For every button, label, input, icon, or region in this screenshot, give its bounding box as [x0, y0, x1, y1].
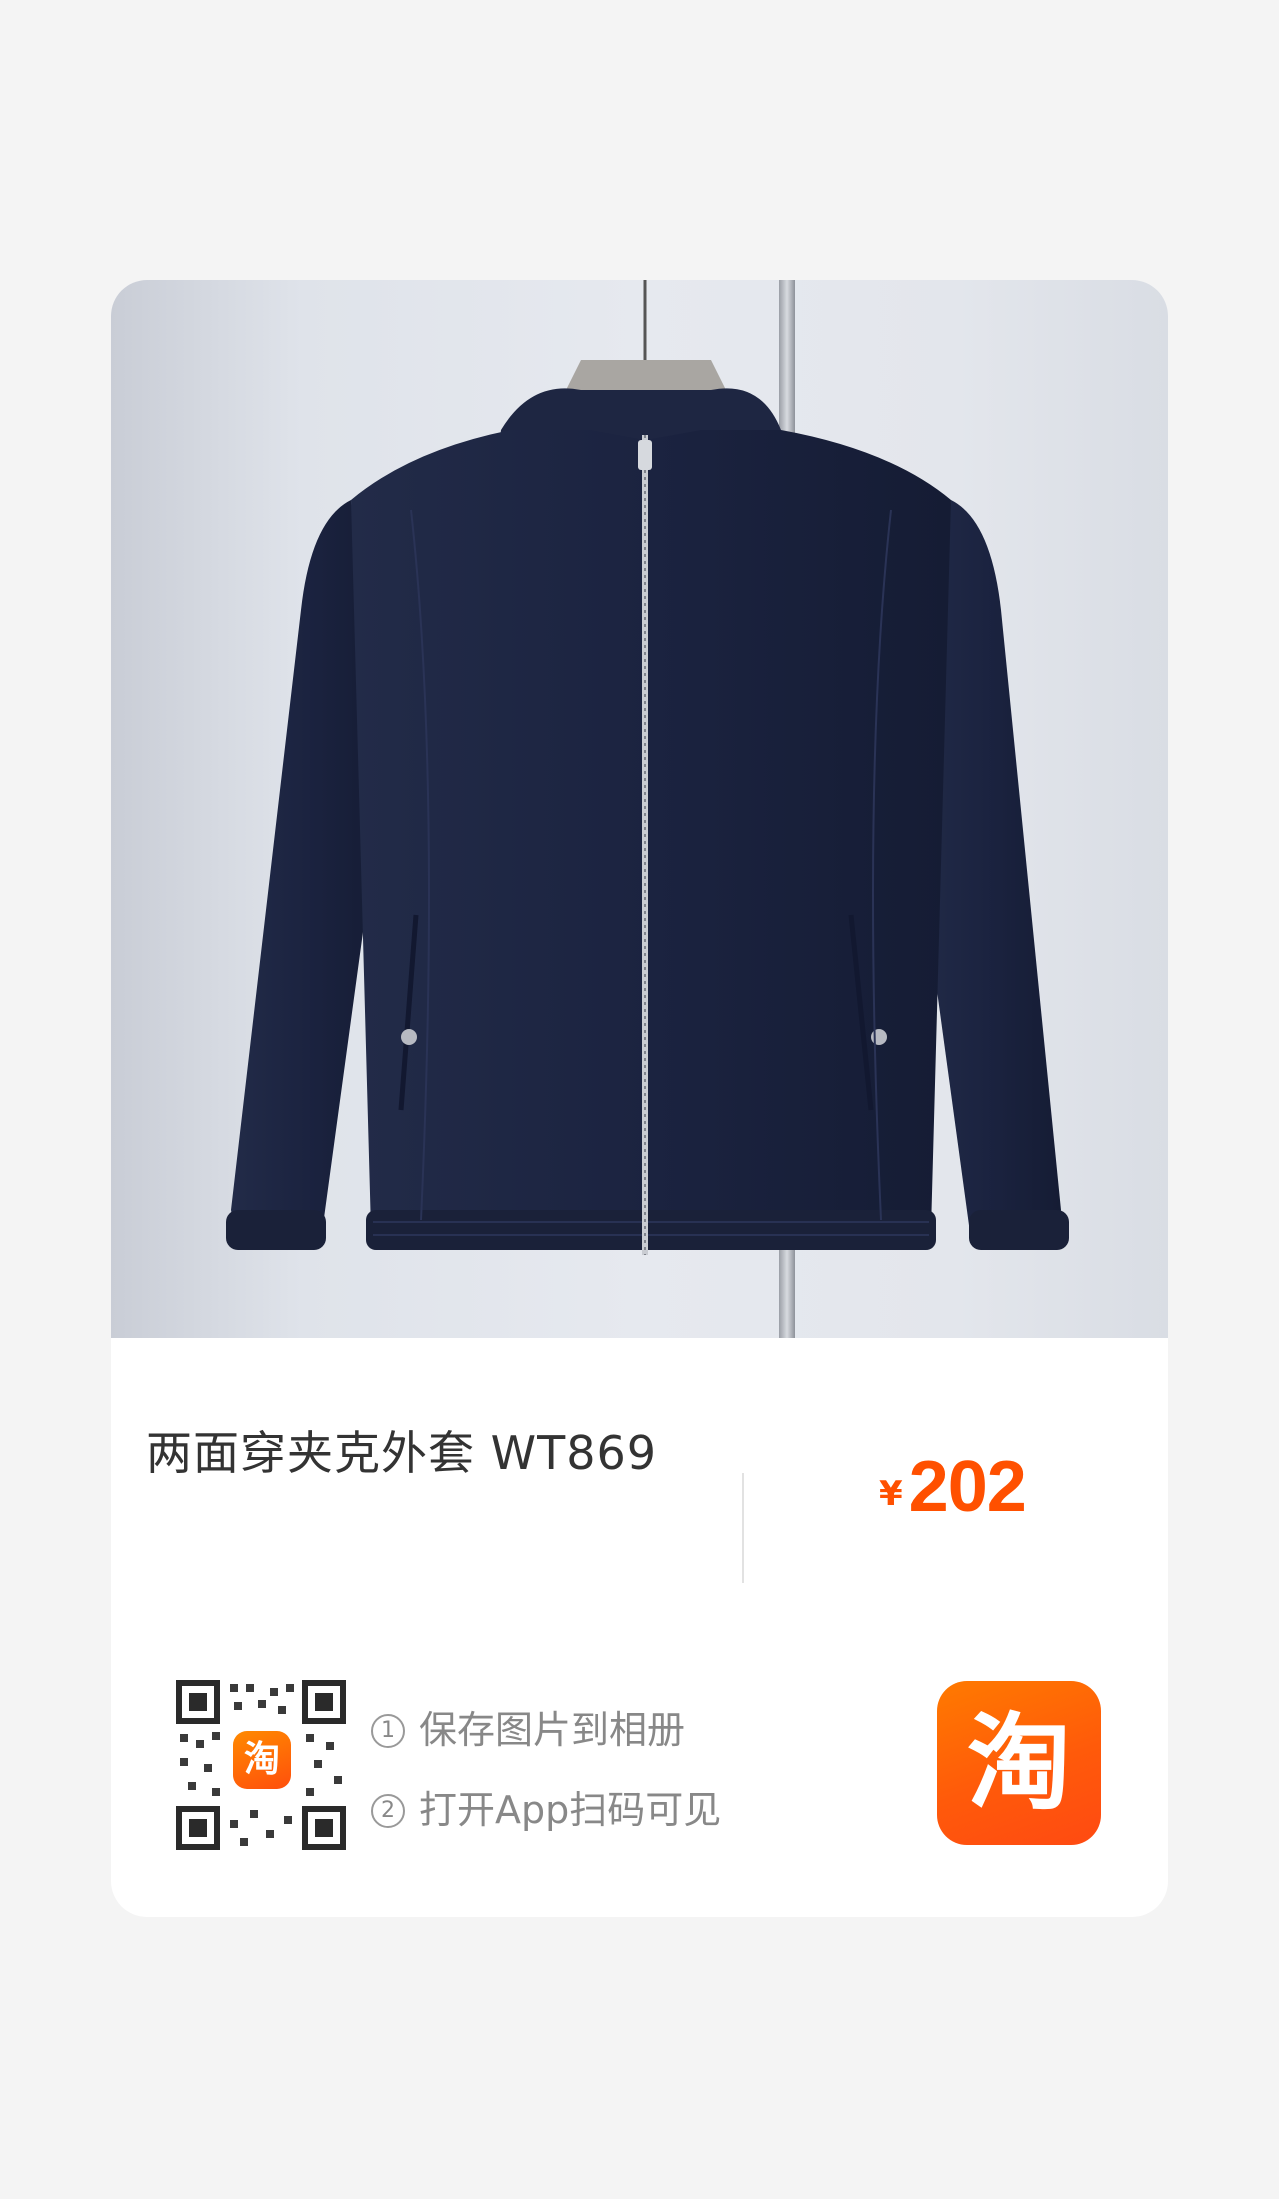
- share-card: 两面穿夹克外套 WT869 ¥202 淘 1 保存图片到相册 2 打开App扫码…: [111, 280, 1168, 1917]
- price-currency: ¥: [879, 1474, 903, 1514]
- step-text-2: 打开App扫码可见: [419, 1788, 722, 1832]
- product-photo[interactable]: [111, 280, 1168, 1338]
- divider: [742, 1473, 744, 1583]
- qr-code-icon[interactable]: 淘: [176, 1680, 346, 1850]
- scan-instructions: 1 保存图片到相册 2 打开App扫码可见: [371, 1690, 721, 1850]
- step-text-1: 保存图片到相册: [419, 1708, 686, 1752]
- instruction-step-2: 2 打开App扫码可见: [371, 1770, 721, 1850]
- step-number-1: 1: [371, 1714, 405, 1748]
- taobao-logo-icon[interactable]: 淘: [937, 1681, 1101, 1845]
- product-title: 两面穿夹克外套 WT869: [146, 1426, 658, 1480]
- price-amount: 202: [908, 1447, 1027, 1527]
- step-number-2: 2: [371, 1794, 405, 1828]
- product-info-row: 两面穿夹克外套 WT869 ¥202: [111, 1338, 1168, 1583]
- product-price: ¥202: [879, 1446, 1027, 1528]
- qr-center-logo: 淘: [233, 1731, 291, 1789]
- instruction-step-1: 1 保存图片到相册: [371, 1690, 721, 1770]
